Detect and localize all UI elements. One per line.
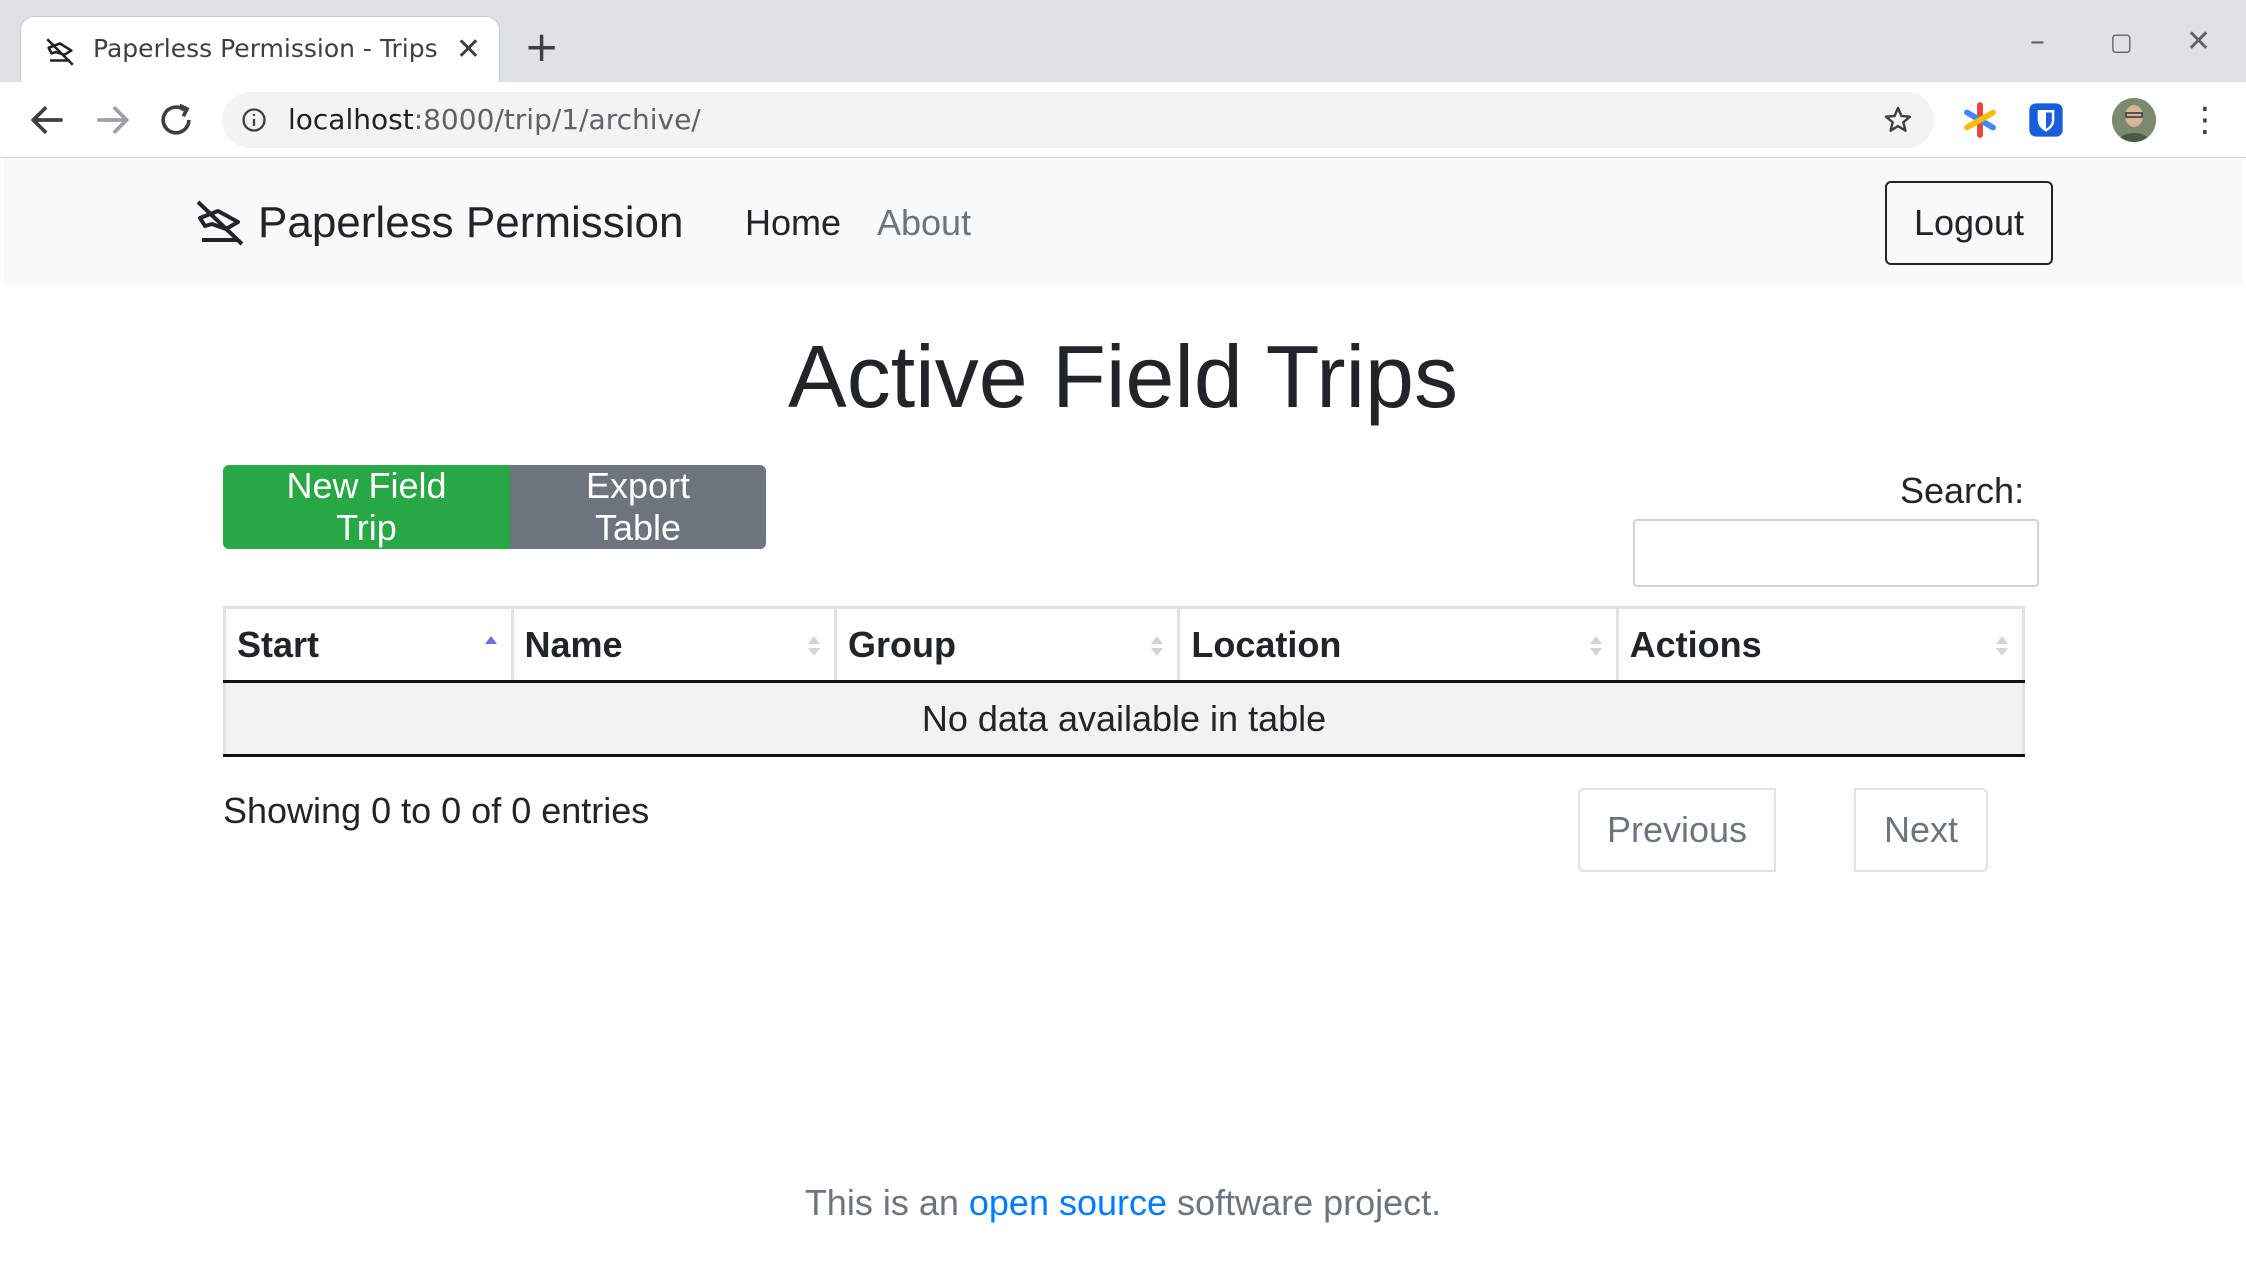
search-input[interactable] <box>1633 519 2039 587</box>
forward-arrow-icon[interactable] <box>90 98 134 142</box>
empty-table-message: No data available in table <box>223 681 2025 757</box>
sort-both-icon <box>1996 636 2008 656</box>
url-host: localhost <box>288 103 414 136</box>
plane-slash-icon <box>46 38 74 66</box>
url-text: localhost:8000/trip/1/archive/ <box>288 103 701 136</box>
browser-toolbar: localhost:8000/trip/1/archive/ ⋮ <box>0 82 2246 158</box>
table-row-empty: No data available in table <box>223 681 2025 757</box>
new-field-trip-button[interactable]: New Field Trip <box>223 465 510 549</box>
minimize-icon[interactable]: – <box>2030 22 2045 62</box>
column-header-name[interactable]: Name <box>510 606 837 683</box>
back-arrow-icon[interactable] <box>26 98 70 142</box>
logout-button[interactable]: Logout <box>1885 181 2053 265</box>
column-label: Start <box>237 623 320 665</box>
page-title: Active Field Trips <box>788 327 1458 426</box>
table-info: Showing 0 to 0 of 0 entries <box>223 790 650 831</box>
plane-slash-icon <box>196 200 244 246</box>
column-header-location[interactable]: Location <box>1177 606 1619 683</box>
address-bar[interactable]: localhost:8000/trip/1/archive/ <box>222 92 1934 148</box>
browser-menu-icon[interactable]: ⋮ <box>2188 100 2222 140</box>
reload-icon[interactable] <box>154 98 198 142</box>
footer-prefix: This is an <box>804 1182 959 1223</box>
browser-tab[interactable]: Paperless Permission - Trips ✕ <box>20 16 500 82</box>
trips-table: Start Name Group Location Actions No dat… <box>223 606 2026 757</box>
sort-ascending-icon <box>484 636 497 644</box>
profile-avatar[interactable] <box>2112 98 2156 142</box>
site-info-icon[interactable] <box>240 106 268 134</box>
footer: This is an open source software project. <box>4 1182 2242 1224</box>
column-header-start[interactable]: Start <box>223 606 514 683</box>
browser-tab-strip: Paperless Permission - Trips ✕ + – ▢ ✕ <box>0 0 2246 82</box>
next-page-button[interactable]: Next <box>1854 788 1988 872</box>
user-photo-icon <box>2112 98 2156 142</box>
page: Paperless Permission Home About Logout A… <box>4 158 2242 1266</box>
close-tab-icon[interactable]: ✕ <box>456 33 481 67</box>
new-tab-button[interactable]: + <box>524 22 559 72</box>
export-table-button[interactable]: Export Table <box>510 465 766 549</box>
table-header-row: Start Name Group Location Actions <box>223 606 2026 683</box>
brand-name: Paperless Permission <box>258 198 684 247</box>
column-label: Name <box>524 623 623 665</box>
maximize-icon[interactable]: ▢ <box>2110 22 2133 62</box>
bookmark-star-icon[interactable] <box>1882 104 1914 136</box>
search-label: Search: <box>1900 470 2025 511</box>
url-path: :8000/trip/1/archive/ <box>413 103 701 136</box>
sort-both-icon <box>1589 636 1602 656</box>
previous-page-button[interactable]: Previous <box>1578 788 1776 872</box>
sort-both-icon <box>807 636 820 656</box>
column-label: Location <box>1191 623 1342 665</box>
navbar: Paperless Permission Home About Logout <box>4 158 2242 285</box>
sort-both-icon <box>1151 636 1164 656</box>
column-header-actions[interactable]: Actions <box>1615 606 2026 683</box>
footer-suffix: software project. <box>1177 1182 1442 1223</box>
nav-link-about[interactable]: About <box>877 202 971 244</box>
column-label: Actions <box>1629 623 1762 665</box>
bitwarden-shield-icon[interactable] <box>2026 100 2066 140</box>
action-button-group: New Field Trip Export Table <box>223 465 766 549</box>
column-header-group[interactable]: Group <box>833 606 1181 683</box>
browser-tab-title: Paperless Permission - Trips <box>93 34 438 63</box>
open-source-link[interactable]: open source <box>969 1182 1167 1223</box>
brand-link[interactable]: Paperless Permission <box>194 198 684 248</box>
extension-asterisk-icon[interactable] <box>1960 100 2000 140</box>
column-label: Group <box>847 623 956 665</box>
close-window-icon[interactable]: ✕ <box>2186 22 2211 62</box>
nav-link-home[interactable]: Home <box>745 202 841 244</box>
